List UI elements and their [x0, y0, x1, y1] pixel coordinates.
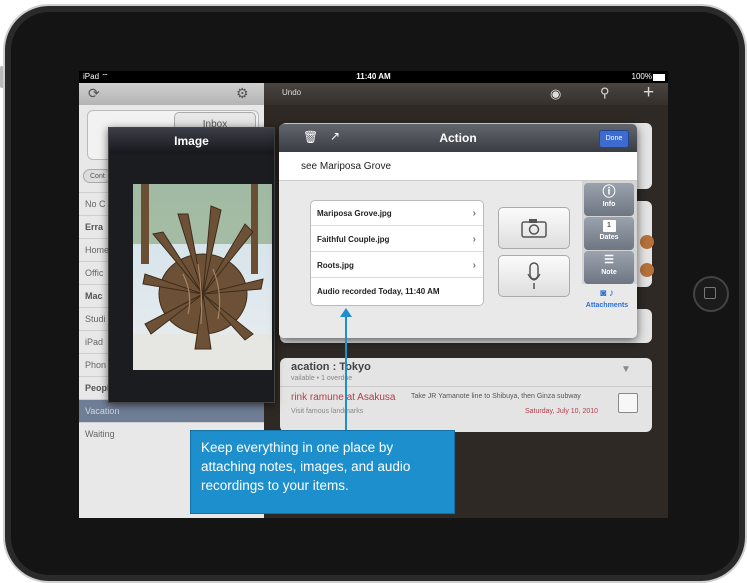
- image-popover: Image: [108, 127, 275, 403]
- attachments-area: Mariposa Grove.jpg › Faithful Couple.jpg…: [279, 181, 637, 338]
- main-toolbar: Undo ◉ ⚲ +: [264, 82, 668, 105]
- tab-note[interactable]: ☰ Note: [584, 251, 634, 284]
- tab-info-label: Info: [602, 201, 616, 208]
- attachment-item[interactable]: Faithful Couple.jpg ›: [311, 227, 483, 252]
- eye-icon[interactable]: ◉: [550, 86, 561, 102]
- task-row[interactable]: rink ramune at Asakusa Take JR Yamanote …: [280, 387, 652, 423]
- add-icon[interactable]: +: [643, 82, 654, 104]
- camera-mic-icon: ◙ ♪: [600, 288, 614, 299]
- sync-icon[interactable]: ⟳: [88, 85, 100, 102]
- camera-button[interactable]: [498, 207, 570, 249]
- callout-box: Keep everything in one place by attachin…: [190, 430, 455, 514]
- action-header: 🗑 ↗ Action Done: [279, 124, 637, 152]
- action-popover: 🗑 ↗ Action Done see Mariposa Grove Marip…: [279, 124, 637, 338]
- undo-button[interactable]: Undo: [282, 88, 301, 97]
- task-context: Visit famous landmarks: [291, 408, 364, 415]
- sidebar-toolbar: ⟳ ⚙: [79, 83, 264, 105]
- done-button[interactable]: Done: [599, 130, 629, 148]
- attachment-item[interactable]: Audio recorded Today, 11:40 AM: [311, 279, 483, 304]
- chevron-down-icon[interactable]: ▼: [621, 364, 631, 375]
- tab-dates-label: Dates: [599, 234, 619, 241]
- flag-icon: [640, 235, 654, 249]
- action-title: Action: [439, 131, 477, 145]
- sidebar-item-label: Waiting: [85, 429, 115, 439]
- record-audio-button[interactable]: [498, 255, 570, 297]
- attachment-name: Mariposa Grove.jpg: [317, 209, 392, 218]
- search-icon[interactable]: ⚲: [600, 85, 610, 101]
- chevron-right-icon: ›: [472, 234, 476, 245]
- project-card: acation : Tokyo vailable • 1 overdue ▼ r…: [280, 358, 652, 432]
- info-icon: ⓘ: [602, 184, 616, 199]
- task-checkbox[interactable]: [618, 393, 638, 413]
- status-bar: iPad ⌔ 11:40 AM 100%: [79, 71, 668, 83]
- status-time: 11:40 AM: [356, 72, 391, 81]
- back-button[interactable]: Cont: [83, 169, 109, 183]
- chevron-right-icon: ›: [472, 208, 476, 219]
- task-title: rink ramune at Asakusa: [291, 392, 396, 403]
- project-header[interactable]: acation : Tokyo vailable • 1 overdue ▼: [280, 358, 652, 387]
- callout-line: [345, 316, 347, 430]
- tab-attachments[interactable]: ◙ ♪ Attachments: [577, 286, 637, 322]
- attachment-name: Faithful Couple.jpg: [317, 235, 390, 244]
- detail-tab-column: ⓘ Info 1 Dates ☰ Note: [582, 181, 637, 284]
- tab-dates[interactable]: 1 Dates: [584, 217, 634, 250]
- chevron-right-icon: ›: [472, 260, 476, 271]
- attachment-item[interactable]: Roots.jpg ›: [311, 253, 483, 278]
- task-note: Take JR Yamanote line to Shibuya, then G…: [411, 393, 581, 400]
- tab-note-label: Note: [601, 269, 617, 276]
- home-button-icon: [704, 287, 716, 299]
- note-icon: ☰: [604, 254, 614, 266]
- attachment-item[interactable]: Mariposa Grove.jpg ›: [311, 201, 483, 226]
- tree-roots-photo: [133, 184, 272, 370]
- task-name-field[interactable]: see Mariposa Grove: [279, 152, 637, 181]
- attachment-name: Audio recorded Today, 11:40 AM: [317, 287, 440, 296]
- tab-attachments-label: Attachments: [585, 302, 629, 309]
- project-title: acation : Tokyo: [291, 361, 371, 373]
- tab-info[interactable]: ⓘ Info: [584, 183, 634, 216]
- project-meta: vailable • 1 overdue: [291, 375, 353, 382]
- camera-icon: [521, 219, 547, 238]
- flag-icon: [640, 263, 654, 277]
- attachment-name: Roots.jpg: [317, 261, 354, 270]
- attachment-list: Mariposa Grove.jpg › Faithful Couple.jpg…: [310, 200, 484, 306]
- image-popover-title: Image: [109, 128, 274, 154]
- battery-icon: [653, 74, 665, 81]
- gear-icon[interactable]: ⚙: [236, 85, 249, 102]
- task-due-date: Saturday, July 10, 2010: [525, 408, 599, 415]
- microphone-icon: [527, 262, 541, 289]
- calendar-icon: 1: [602, 220, 616, 232]
